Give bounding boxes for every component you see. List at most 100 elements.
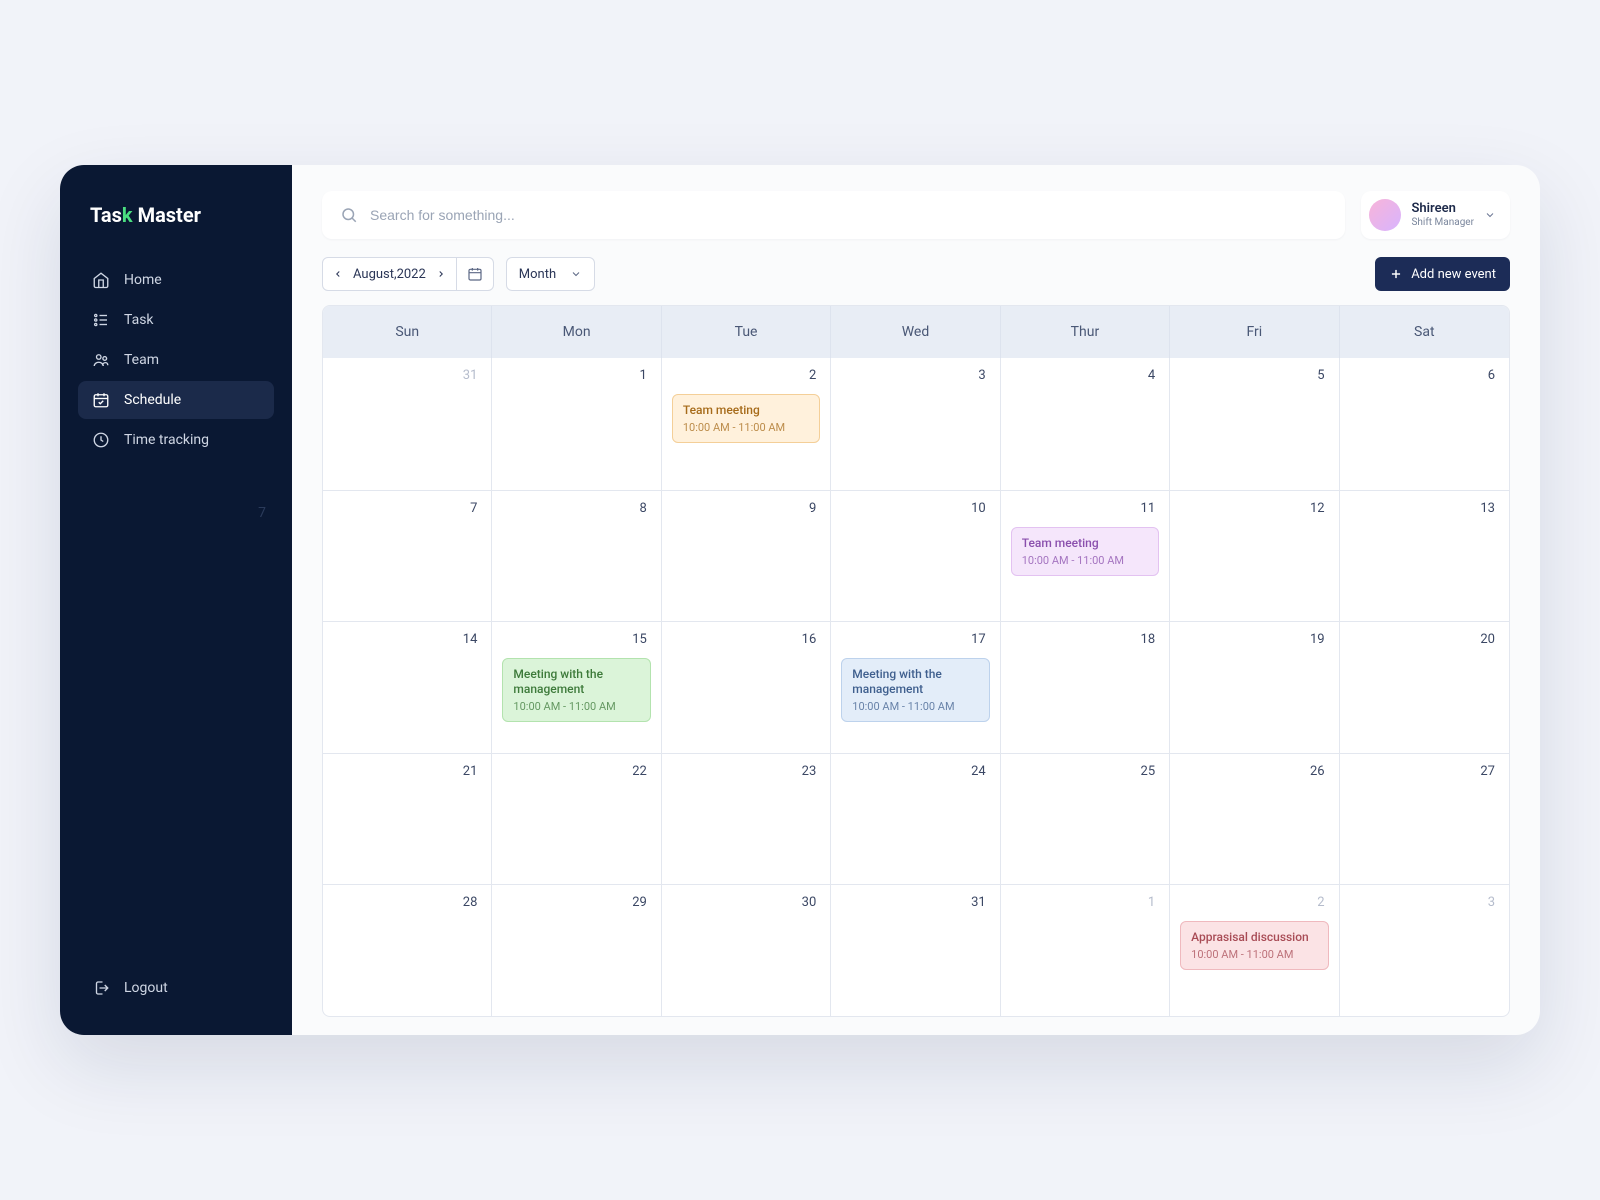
calendar-cell[interactable]: 27 (1340, 754, 1509, 885)
calendar-event[interactable]: Team meeting10:00 AM - 11:00 AM (672, 394, 820, 443)
user-info: Shireen Shift Manager (1411, 202, 1474, 227)
view-select[interactable]: Month (506, 257, 595, 291)
date-number: 28 (463, 895, 478, 910)
event-time: 10:00 AM - 11:00 AM (513, 700, 639, 713)
calendar-cell[interactable]: 5 (1170, 358, 1339, 490)
sidebar-label: Home (124, 272, 162, 288)
date-number: 10 (971, 501, 986, 516)
event-time: 10:00 AM - 11:00 AM (1191, 948, 1317, 961)
calendar-header-cell: Wed (831, 306, 1000, 358)
calendar-cell[interactable]: 1 (492, 358, 661, 490)
calendar-event[interactable]: Team meeting10:00 AM - 11:00 AM (1011, 527, 1159, 576)
calendar-cell[interactable]: 22 (492, 754, 661, 885)
calendar-cell[interactable]: 20 (1340, 622, 1509, 753)
calendar-cell[interactable]: 14 (323, 622, 492, 753)
search-bar[interactable] (322, 191, 1345, 239)
date-number: 5 (1317, 368, 1324, 383)
event-time: 10:00 AM - 11:00 AM (852, 700, 978, 713)
calendar-event[interactable]: Meeting with the management10:00 AM - 11… (841, 658, 989, 722)
view-label: Month (519, 267, 556, 282)
calendar-cell[interactable]: 17 Meeting with the management10:00 AM - … (831, 622, 1000, 753)
calendar-cell[interactable]: 7 (323, 491, 492, 622)
calendar-cell[interactable]: 11Team meeting10:00 AM - 11:00 AM (1001, 491, 1170, 622)
calendar-cell[interactable]: 2 Team meeting10:00 AM - 11:00 AM (662, 358, 831, 490)
calendar-body: 3112Team meeting10:00 AM - 11:00 AM34567… (323, 358, 1509, 1016)
month-picker[interactable]: August,2022 (323, 258, 456, 290)
sidebar-item-time-tracking[interactable]: Time tracking (78, 421, 274, 459)
event-title: Meeting with the management (513, 667, 639, 697)
user-menu[interactable]: Shireen Shift Manager (1361, 191, 1510, 239)
search-input[interactable] (370, 207, 1327, 223)
calendar-cell[interactable]: 12 (1170, 491, 1339, 622)
date-number: 13 (1480, 501, 1495, 516)
chevron-right-icon[interactable] (436, 269, 446, 279)
task-icon (92, 311, 110, 329)
calendar-cell[interactable]: 19 (1170, 622, 1339, 753)
main-content: Shireen Shift Manager August,2022 (292, 165, 1540, 1035)
calendar-header-cell: Sat (1340, 306, 1509, 358)
date-number: 3 (978, 368, 985, 383)
calendar-cell[interactable]: 10 (831, 491, 1000, 622)
logout-label: Logout (124, 980, 168, 996)
date-number: 31 (971, 895, 986, 910)
date-number: 31 (463, 368, 478, 383)
date-number: 23 (802, 764, 817, 779)
calendar-cell[interactable]: 4 (1001, 358, 1170, 490)
calendar-cell[interactable]: 21 (323, 754, 492, 885)
date-number: 15 (632, 632, 647, 647)
calendar-cell[interactable]: 18 (1001, 622, 1170, 753)
calendar-cell[interactable]: 8 (492, 491, 661, 622)
calendar-cell[interactable]: 30 (662, 885, 831, 1016)
clock-icon (92, 431, 110, 449)
sidebar-ghost-date: 7 (258, 505, 266, 521)
date-number: 1 (1148, 895, 1155, 910)
date-number: 27 (1480, 764, 1495, 779)
calendar-cell[interactable]: 24 (831, 754, 1000, 885)
sidebar-label: Time tracking (124, 432, 209, 448)
add-event-button[interactable]: Add new event (1375, 257, 1510, 291)
calendar-cell[interactable]: 9 (662, 491, 831, 622)
sidebar-item-home[interactable]: Home (78, 261, 274, 299)
calendar-cell[interactable]: 16 (662, 622, 831, 753)
calendar-icon (467, 266, 483, 282)
date-number: 29 (632, 895, 647, 910)
sidebar-nav: Home Task Team Schedule (78, 261, 274, 459)
logout-button[interactable]: Logout (78, 969, 274, 1007)
calendar-header-cell: Mon (492, 306, 661, 358)
chevron-left-icon[interactable] (333, 269, 343, 279)
calendar-cell[interactable]: 23 (662, 754, 831, 885)
date-number: 17 (971, 632, 986, 647)
calendar-cell[interactable]: 29 (492, 885, 661, 1016)
calendar-cell[interactable]: 13 (1340, 491, 1509, 622)
date-number: 24 (971, 764, 986, 779)
calendar-cell[interactable]: 31 (831, 885, 1000, 1016)
event-title: Team meeting (1022, 536, 1148, 551)
sidebar-item-task[interactable]: Task (78, 301, 274, 339)
calendar-cell[interactable]: 2Apprasisal discussion10:00 AM - 11:00 A… (1170, 885, 1339, 1016)
date-number: 25 (1141, 764, 1156, 779)
calendar-cell[interactable]: 31 (323, 358, 492, 490)
topbar: Shireen Shift Manager (322, 191, 1510, 239)
calendar-cell[interactable]: 28 (323, 885, 492, 1016)
date-number: 2 (809, 368, 816, 383)
calendar-cell[interactable]: 1 (1001, 885, 1170, 1016)
calendar-cell[interactable]: 3 (1340, 885, 1509, 1016)
sidebar-item-schedule[interactable]: Schedule (78, 381, 274, 419)
calendar-cell[interactable]: 26 (1170, 754, 1339, 885)
open-datepicker-button[interactable] (457, 258, 493, 290)
calendar-cell[interactable]: 25 (1001, 754, 1170, 885)
calendar-cell[interactable]: 6 (1340, 358, 1509, 490)
event-time: 10:00 AM - 11:00 AM (683, 421, 809, 434)
calendar-cell[interactable]: 15 Meeting with the management 10:00 AM - … (492, 622, 661, 753)
calendar-row: 2122 23 24 25 26 27 (323, 753, 1509, 885)
calendar-cell[interactable]: 3 (831, 358, 1000, 490)
calendar-event[interactable]: Apprasisal discussion10:00 AM - 11:00 AM (1180, 921, 1328, 970)
sidebar-item-team[interactable]: Team (78, 341, 274, 379)
calendar-event[interactable]: Meeting with the management 10:00 AM - 11… (502, 658, 650, 722)
user-name: Shireen (1411, 202, 1474, 216)
sidebar-label: Schedule (124, 392, 181, 408)
calendar-header-cell: Fri (1170, 306, 1339, 358)
brand-part-2: Master (133, 203, 201, 227)
app-window: Task Master Home Task Team (60, 165, 1540, 1035)
brand-accent: k (122, 203, 133, 227)
